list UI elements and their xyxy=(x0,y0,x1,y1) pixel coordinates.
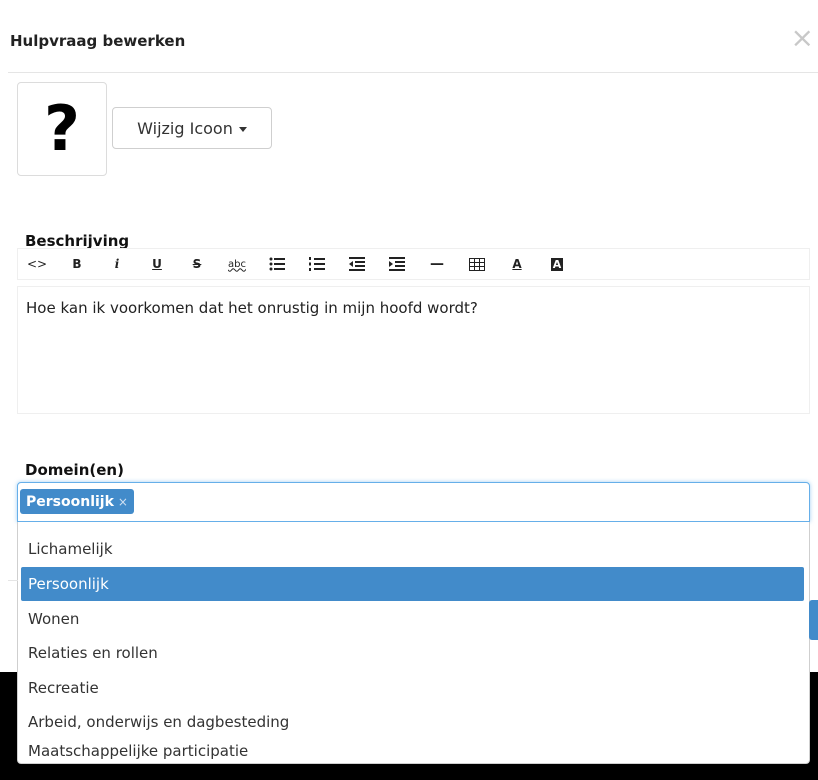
modal-title: Hulpvraag bewerken xyxy=(10,32,186,50)
spellcheck-icon[interactable]: abc xyxy=(222,249,252,279)
modal-header: Hulpvraag bewerken × xyxy=(8,10,818,73)
outdent-icon[interactable] xyxy=(342,249,372,279)
domain-option-wonen[interactable]: Wonen xyxy=(21,602,804,636)
selected-domain-label: Persoonlijk xyxy=(26,493,114,510)
domains-dropdown: Lichamelijk Persoonlijk Wonen Relaties e… xyxy=(17,522,810,764)
domains-select[interactable]: Persoonlijk × xyxy=(17,482,810,522)
footer-divider xyxy=(8,580,18,581)
domain-option-recreatie[interactable]: Recreatie xyxy=(21,671,804,705)
table-icon[interactable] xyxy=(462,249,492,279)
domains-label: Domein(en) xyxy=(25,461,124,479)
underline-icon[interactable]: U xyxy=(142,249,172,279)
description-editor[interactable]: Hoe kan ik voorkomen dat het onrustig in… xyxy=(17,286,810,414)
domain-option-persoonlijk[interactable]: Persoonlijk xyxy=(21,567,804,601)
editor-toolbar: <> B i U S abc — A A xyxy=(17,248,810,280)
change-icon-button[interactable]: Wijzig Icoon xyxy=(112,107,272,149)
domain-option-lichamelijk[interactable]: Lichamelijk xyxy=(21,532,804,566)
help-icon-preview: ? xyxy=(17,82,107,176)
remove-tag-icon[interactable]: × xyxy=(118,495,128,509)
domain-option-maatschappelijke-participatie[interactable]: Maatschappelijke participatie xyxy=(21,734,804,768)
numbered-list-icon[interactable] xyxy=(302,249,332,279)
strikethrough-icon[interactable]: S xyxy=(182,249,212,279)
bullet-list-icon[interactable] xyxy=(262,249,292,279)
indent-icon[interactable] xyxy=(382,249,412,279)
italic-icon[interactable]: i xyxy=(102,249,132,279)
selected-domain-tag: Persoonlijk × xyxy=(20,489,134,514)
bold-icon[interactable]: B xyxy=(62,249,92,279)
background-color-glyph: A xyxy=(550,257,564,271)
question-mark-icon: ? xyxy=(44,92,80,165)
code-view-icon[interactable]: <> xyxy=(22,249,52,279)
close-icon[interactable]: × xyxy=(791,24,814,52)
background-color-icon[interactable]: A xyxy=(542,249,572,279)
text-color-icon[interactable]: A xyxy=(502,249,532,279)
change-icon-label: Wijzig Icoon xyxy=(137,118,233,138)
caret-down-icon xyxy=(238,127,247,132)
save-button-edge[interactable] xyxy=(809,600,818,640)
horizontal-rule-icon[interactable]: — xyxy=(422,249,452,279)
description-text: Hoe kan ik voorkomen dat het onrustig in… xyxy=(26,299,478,317)
domain-option-relaties-en-rollen[interactable]: Relaties en rollen xyxy=(21,636,804,670)
